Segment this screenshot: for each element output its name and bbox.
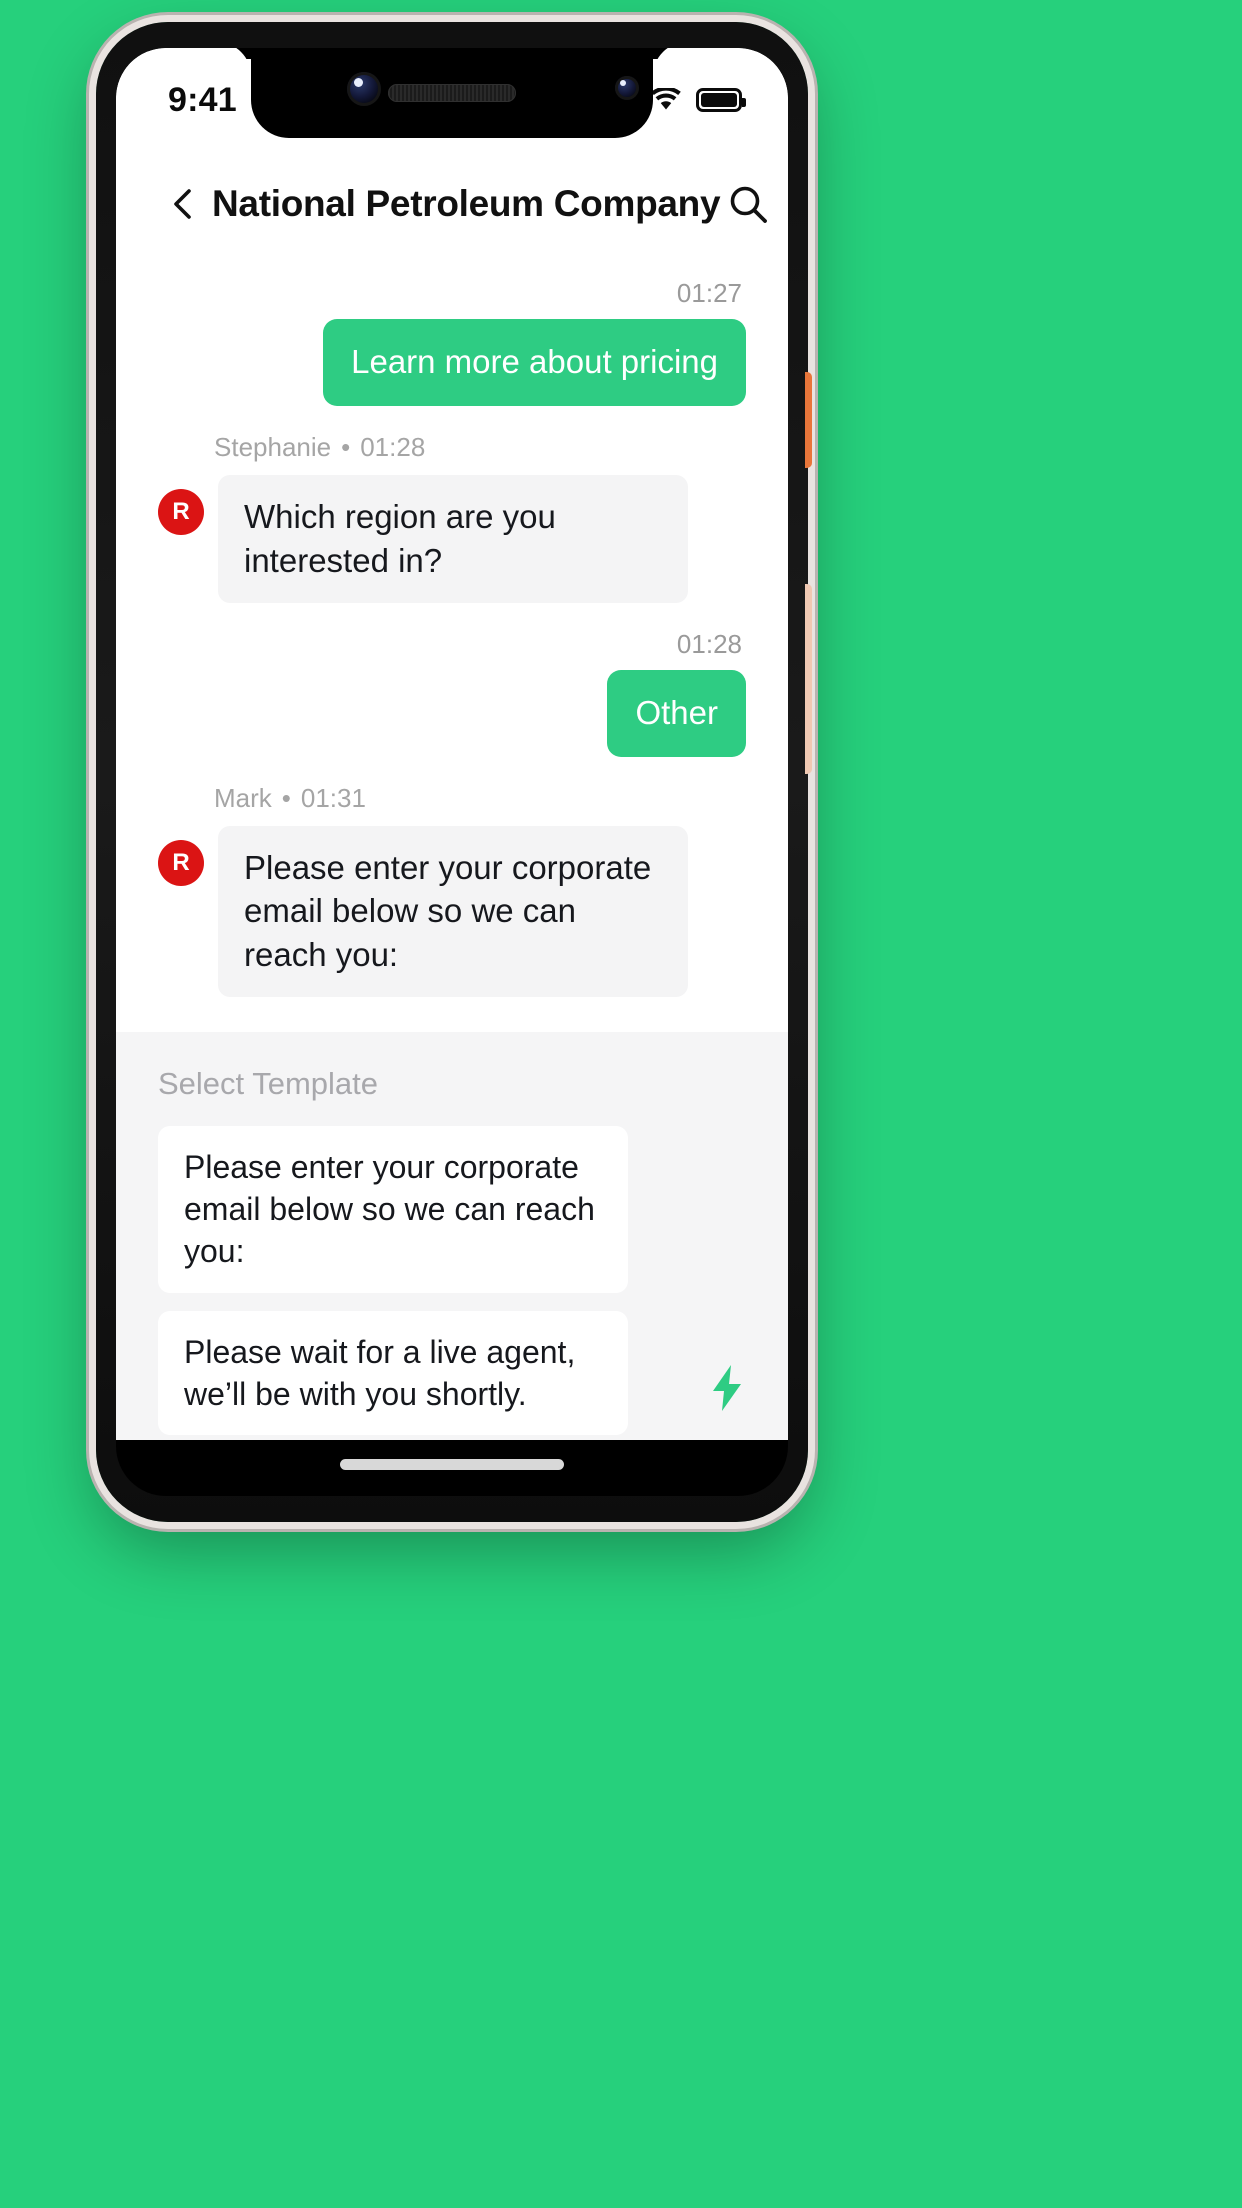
- front-camera-icon: [347, 72, 381, 106]
- power-button[interactable]: [805, 584, 812, 774]
- outgoing-bubble-wrap: Other: [158, 669, 746, 757]
- template-option[interactable]: Please wait for a live agent, we’ll be w…: [158, 1310, 628, 1436]
- phone-screen-container: 9:41 National Petroleum Company 01:27 Le…: [116, 48, 788, 1496]
- volume-up-button[interactable]: [805, 372, 812, 468]
- message-bubble-outgoing[interactable]: Learn more about pricing: [323, 319, 746, 406]
- template-option[interactable]: Please enter your corporate email below …: [158, 1126, 628, 1293]
- message-sender-line: Mark • 01:31: [158, 783, 746, 814]
- message-list[interactable]: 01:27 Learn more about pricing Stephanie…: [116, 256, 788, 1032]
- incoming-bubble-wrap: R Which region are you interested in?: [158, 474, 746, 603]
- message-item: 01:28 Other: [158, 629, 746, 757]
- template-panel-title: Select Template: [158, 1066, 378, 1101]
- battery-icon: [696, 88, 746, 112]
- app-screen: 9:41 National Petroleum Company 01:27 Le…: [116, 48, 788, 1440]
- message-bubble-outgoing[interactable]: Other: [607, 669, 746, 757]
- outgoing-bubble-wrap: Learn more about pricing: [158, 319, 746, 406]
- status-bar-time: 9:41: [168, 80, 237, 119]
- lightning-bolt-icon: [713, 1365, 741, 1411]
- home-indicator[interactable]: [340, 1459, 564, 1470]
- wifi-icon: [650, 88, 682, 112]
- message-timestamp: 01:31: [300, 782, 366, 813]
- message-item: 01:27 Learn more about pricing: [158, 278, 746, 406]
- page-title: National Petroleum Company: [212, 183, 721, 224]
- message-sender-name: Stephanie: [214, 431, 332, 462]
- message-item: Stephanie • 01:28 R Which region are you i…: [158, 432, 746, 603]
- back-button[interactable]: [156, 176, 212, 232]
- sender-time-separator: •: [281, 782, 291, 813]
- secondary-camera-icon: [615, 76, 639, 100]
- phone-notch: [251, 48, 653, 138]
- chat-header: National Petroleum Company: [116, 152, 788, 256]
- message-timestamp: 01:28: [676, 628, 742, 659]
- incoming-bubble-wrap: R Please enter your corporate email belo…: [158, 825, 746, 998]
- earpiece-speaker: [388, 84, 516, 102]
- message-bubble-incoming[interactable]: Which region are you interested in?: [218, 474, 688, 603]
- sender-time-separator: •: [341, 431, 351, 462]
- message-sender-name: Mark: [214, 782, 272, 813]
- message-timestamp: 01:27: [676, 278, 742, 308]
- search-button[interactable]: [720, 176, 776, 232]
- phone-mockup: 9:41 National Petroleum Company 01:27 Le…: [96, 22, 812, 1522]
- message-bubble-incoming[interactable]: Please enter your corporate email below …: [218, 825, 688, 998]
- message-item: Mark • 01:31 R Please enter your corporate…: [158, 783, 746, 998]
- avatar: R: [158, 488, 204, 535]
- template-panel: Select Template Please enter your corpor…: [116, 1032, 788, 1440]
- chevron-left-icon: [174, 189, 191, 219]
- message-sender-line: Stephanie • 01:28: [158, 432, 746, 463]
- message-timestamp: 01:28: [360, 431, 426, 462]
- search-icon: [730, 186, 768, 223]
- avatar: R: [158, 839, 204, 886]
- quick-reply-button[interactable]: [704, 1362, 750, 1414]
